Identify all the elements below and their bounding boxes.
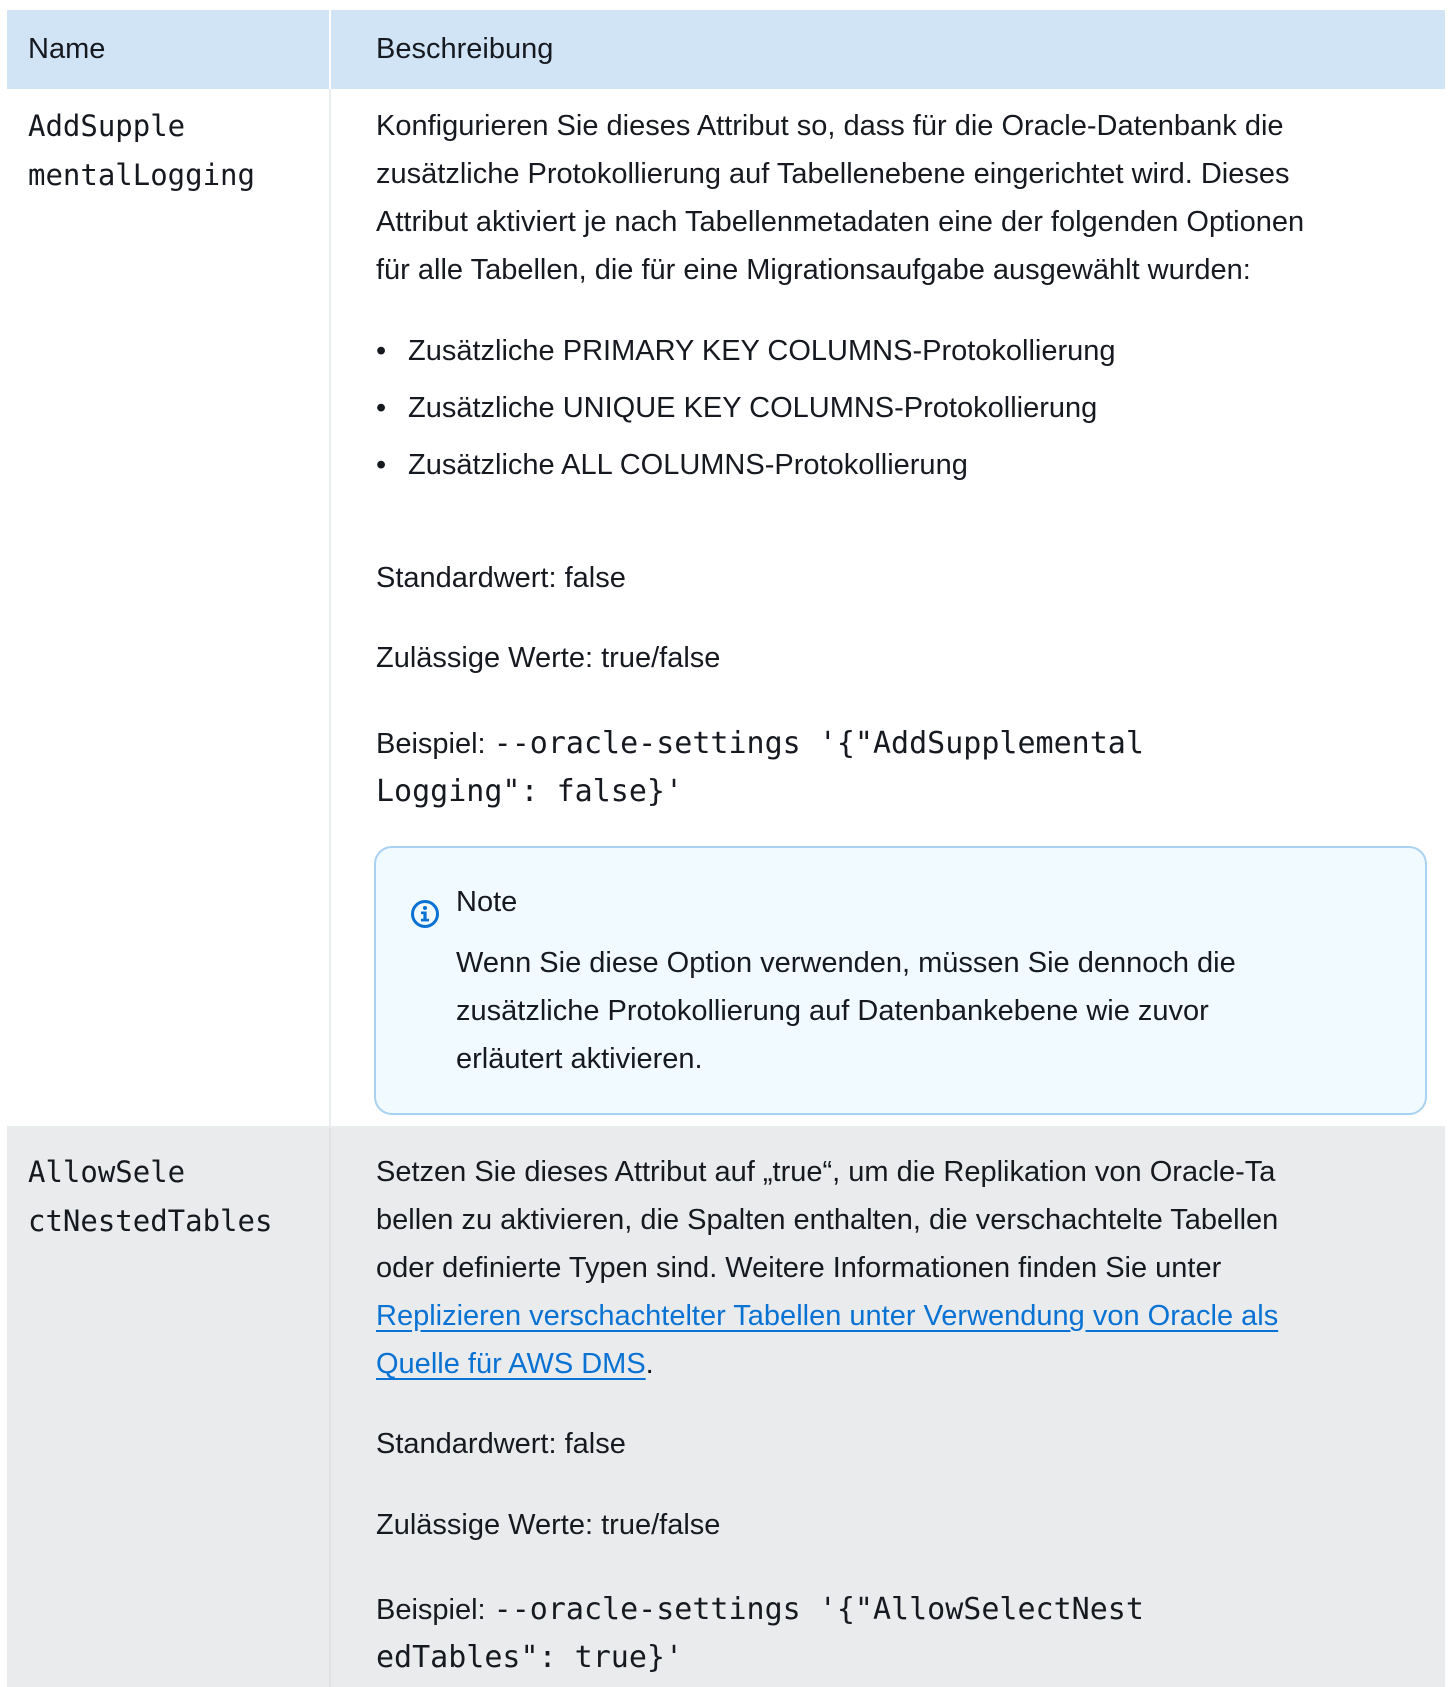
- note-line: Wenn Sie diese Option verwenden, müssen …: [456, 947, 1236, 979]
- allowed-values: Zulässige Werte: true/false: [376, 1509, 721, 1541]
- parameter-name-line: mentalLogging: [28, 158, 255, 192]
- bullet-icon: •: [376, 335, 387, 367]
- default-value: Standardwert: false: [376, 562, 626, 594]
- description-line: bellen zu aktivieren, die Spalten enthal…: [376, 1204, 1279, 1236]
- note-body: Wenn Sie diese Option verwenden, müssen …: [456, 939, 1356, 1083]
- note-line: zusätzliche Protokollierung auf Datenban…: [456, 995, 1209, 1027]
- example-code: --oracle-settings '{"AllowSelectNest: [493, 1592, 1144, 1627]
- description-line: Attribut aktiviert je nach Tabellenmetad…: [376, 206, 1305, 238]
- description-line: Konfigurieren Sie dieses Attribut so, da…: [376, 110, 1284, 142]
- link-suffix: .: [645, 1348, 654, 1380]
- description-line: Setzen Sie dieses Attribut auf „true“, u…: [376, 1156, 1276, 1188]
- parameter-name: AddSupple mentalLogging: [28, 102, 255, 200]
- doc-link[interactable]: Replizieren verschachtelter Tabellen unt…: [376, 1300, 1278, 1332]
- description-paragraph: Setzen Sie dieses Attribut auf „true“, u…: [376, 1148, 1416, 1388]
- column-header-description: Beschreibung: [376, 33, 554, 65]
- allowed-values: Zulässige Werte: true/false: [376, 642, 721, 674]
- bullet-icon: •: [376, 392, 387, 424]
- doc-link[interactable]: Quelle für AWS DMS: [376, 1348, 646, 1380]
- description-paragraph: Konfigurieren Sie dieses Attribut so, da…: [376, 102, 1416, 294]
- default-value: Standardwert: false: [376, 1428, 626, 1460]
- parameter-name: AllowSele ctNestedTables: [28, 1148, 272, 1246]
- list-item-text: Zusätzliche UNIQUE KEY COLUMNS-Protokoll…: [408, 392, 1098, 424]
- header-divider: [329, 10, 331, 89]
- list-item-text: Zusätzliche ALL COLUMNS-Protokollierung: [408, 449, 968, 481]
- list-item-text: Zusätzliche PRIMARY KEY COLUMNS-Protokol…: [408, 335, 1116, 367]
- description-line: oder definierte Typen sind. Weitere Info…: [376, 1252, 1222, 1284]
- list-item: • Zusätzliche PRIMARY KEY COLUMNS-Protoko…: [376, 335, 1116, 368]
- column-header-name: Name: [28, 33, 106, 65]
- bullet-icon: •: [376, 449, 387, 481]
- example: Beispiel: --oracle-settings '{"AddSupple…: [376, 720, 1144, 816]
- example-code: Logging": false}': [376, 774, 684, 809]
- example-label: Beispiel:: [376, 728, 494, 760]
- description-line: für alle Tabellen, die für eine Migratio…: [376, 254, 1251, 286]
- note-box: Note Wenn Sie diese Option verwenden, mü…: [374, 846, 1427, 1115]
- list-item: • Zusätzliche ALL COLUMNS-Protokollierung: [376, 449, 968, 482]
- info-icon: [411, 900, 439, 928]
- parameter-name-line: AllowSele: [28, 1155, 186, 1189]
- example-code: --oracle-settings '{"AddSupplemental: [493, 726, 1144, 761]
- description-line: zusätzliche Protokollierung auf Tabellen…: [376, 158, 1290, 190]
- parameter-name-line: ctNestedTables: [28, 1204, 273, 1238]
- list-item: • Zusätzliche UNIQUE KEY COLUMNS-Protokol…: [376, 392, 1097, 425]
- row-divider: [329, 89, 331, 1126]
- note-line: erläutert aktivieren.: [456, 1043, 703, 1075]
- example: Beispiel: --oracle-settings '{"AllowSele…: [376, 1586, 1144, 1682]
- row-divider: [329, 1128, 331, 1687]
- table-header: Name Beschreibung: [7, 10, 1445, 89]
- parameter-name-line: AddSupple: [28, 109, 186, 143]
- example-label: Beispiel:: [376, 1594, 494, 1626]
- example-code: edTables": true}': [376, 1640, 684, 1675]
- note-title: Note: [456, 886, 518, 918]
